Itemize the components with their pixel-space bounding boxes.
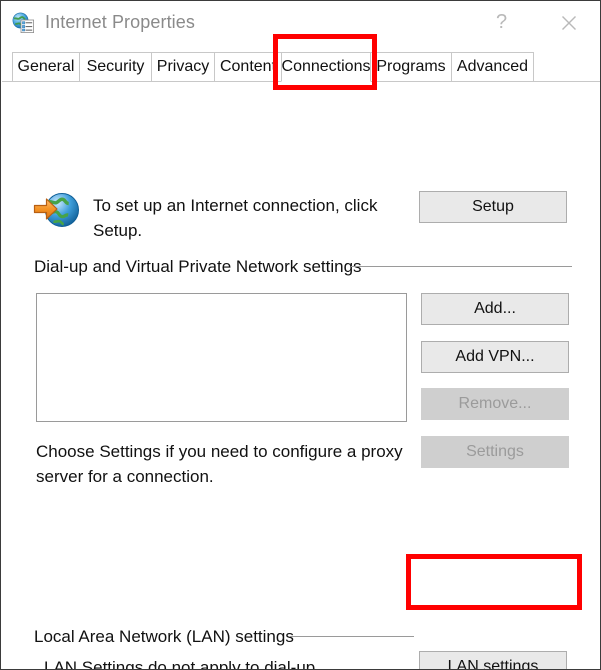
tab-label: General — [17, 58, 75, 75]
dialup-group-label: Dial-up and Virtual Private Network sett… — [34, 257, 362, 276]
help-button[interactable]: ? — [479, 1, 524, 44]
remove-button: Remove... — [421, 388, 569, 420]
remove-button-label: Remove... — [458, 395, 532, 412]
lan-group-label: Local Area Network (LAN) settings — [34, 627, 294, 646]
tab-connections[interactable]: Connections — [281, 52, 371, 82]
window-title: Internet Properties — [45, 12, 195, 32]
settings-button: Settings — [421, 436, 569, 468]
add-button[interactable]: Add... — [421, 293, 569, 325]
close-button[interactable] — [546, 1, 591, 44]
tab-content[interactable]: Content — [214, 52, 282, 82]
help-icon: ? — [495, 11, 508, 33]
internet-properties-icon — [12, 12, 35, 34]
proxy-hint-text: Choose Settings if you need to configure… — [36, 442, 403, 486]
setup-button-label: Setup — [472, 198, 514, 215]
add-vpn-button[interactable]: Add VPN... — [421, 341, 569, 373]
tab-programs[interactable]: Programs — [370, 52, 452, 82]
lan-group-separator — [290, 636, 414, 637]
tab-label: Content — [219, 58, 277, 75]
add-button-label: Add... — [474, 300, 516, 317]
tab-label: Advanced — [456, 58, 529, 75]
tab-label: Connections — [281, 58, 371, 75]
setup-description: To set up an Internet connection, click … — [93, 196, 378, 240]
lan-hint-text: LAN Settings do not apply to dial-up con… — [44, 658, 316, 670]
tab-strip: General Security Privacy Content Connect… — [1, 52, 600, 83]
tab-label: Privacy — [156, 58, 210, 75]
setup-button[interactable]: Setup — [419, 191, 567, 223]
dialup-group-separator — [351, 266, 572, 267]
settings-button-label: Settings — [466, 443, 524, 460]
connections-listbox[interactable] — [36, 293, 407, 422]
tab-label: Security — [86, 58, 145, 75]
globe-with-arrow-icon — [33, 188, 83, 232]
lan-settings-button-label: LAN settings — [447, 658, 539, 670]
connections-tab-panel: To set up an Internet connection, click … — [1, 83, 600, 670]
tab-label: Programs — [376, 58, 446, 75]
close-icon — [561, 15, 577, 31]
add-vpn-button-label: Add VPN... — [455, 348, 535, 365]
title-bar: Internet Properties ? — [1, 0, 600, 44]
tab-security[interactable]: Security — [79, 52, 152, 82]
tab-advanced[interactable]: Advanced — [451, 52, 534, 82]
active-tab-seam — [282, 81, 370, 83]
tab-privacy[interactable]: Privacy — [151, 52, 215, 82]
lan-settings-button[interactable]: LAN settings — [419, 651, 567, 670]
internet-properties-dialog: Internet Properties ? General Security P… — [0, 0, 601, 670]
tab-general[interactable]: General — [12, 52, 80, 82]
